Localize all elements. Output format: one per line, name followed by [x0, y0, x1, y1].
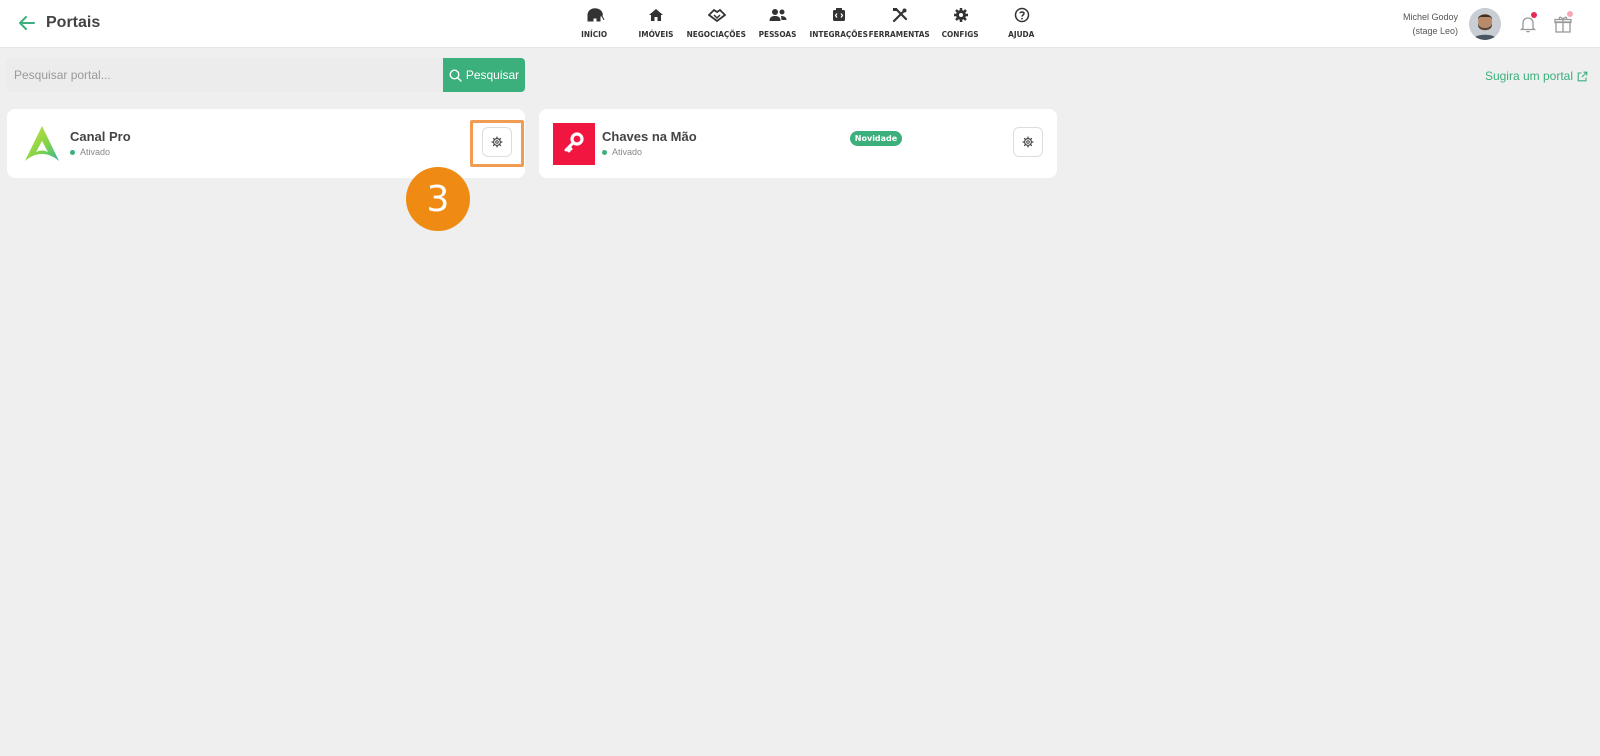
notification-dot [1531, 12, 1537, 18]
nav-imoveis[interactable]: IMÓVEIS [625, 6, 686, 42]
portal-status: Ativado [70, 147, 110, 157]
elephant-icon [585, 6, 605, 24]
user-name: Michel Godoy [1402, 12, 1458, 22]
nav-label: FERRAMENTAS [868, 30, 931, 39]
tools-icon [892, 6, 908, 24]
nav-ajuda[interactable]: AJUDA [991, 6, 1052, 42]
notifications-bell-icon[interactable] [1518, 12, 1538, 34]
integration-icon [831, 6, 847, 24]
main-nav: INÍCIO IMÓVEIS NEGOCIAÇÕES PESSOAS INTEG… [564, 6, 1052, 42]
external-link-icon [1577, 71, 1588, 81]
nav-ferramentas[interactable]: FERRAMENTAS [869, 6, 930, 42]
step-marker: 3 [406, 167, 470, 231]
gift-icon[interactable] [1553, 11, 1573, 34]
help-icon [1014, 6, 1030, 24]
portal-name: Canal Pro [70, 129, 131, 144]
chaves-na-mao-logo [553, 123, 595, 165]
back-arrow-icon[interactable] [16, 12, 38, 34]
suggest-portal-link[interactable]: Sugira um portal [1485, 69, 1588, 83]
status-dot [602, 149, 607, 155]
handshake-icon [707, 6, 726, 24]
gift-dot [1567, 11, 1573, 17]
search-button-label: Pesquisar [465, 68, 520, 82]
nav-label: NEGOCIAÇÕES [686, 30, 747, 39]
nav-label: AJUDA [1008, 30, 1035, 39]
house-icon [648, 6, 664, 24]
nav-label: INÍCIO [581, 30, 608, 39]
gear-icon [491, 136, 503, 148]
portal-status-label: Ativado [612, 147, 643, 157]
user-info: Michel Godoy (stage Leo) [1400, 10, 1458, 38]
nav-label: PESSOAS [758, 30, 797, 39]
portal-status: Ativado [602, 147, 642, 157]
portal-settings-button[interactable] [482, 127, 512, 157]
gear-icon [953, 6, 969, 24]
nav-inicio[interactable]: INÍCIO [564, 6, 625, 42]
portal-status-label: Ativado [80, 147, 111, 157]
nav-configs[interactable]: CONFIGS [930, 6, 991, 42]
portal-settings-button[interactable] [1013, 127, 1043, 157]
gear-icon [1022, 136, 1034, 148]
suggest-portal-label: Sugira um portal [1484, 69, 1573, 83]
search-input[interactable] [6, 58, 443, 92]
search-icon [449, 68, 462, 82]
avatar[interactable] [1469, 8, 1501, 40]
nav-pessoas[interactable]: PESSOAS [747, 6, 808, 42]
status-dot [70, 149, 75, 155]
nav-integracoes[interactable]: INTEGRAÇÕES [808, 6, 869, 42]
new-badge: Novidade [850, 131, 902, 146]
top-header: Portais INÍCIO IMÓVEIS NEGOCIAÇÕES PESSO… [0, 0, 1600, 48]
nav-label: IMÓVEIS [638, 30, 673, 39]
people-icon [769, 6, 787, 24]
search-button[interactable]: Pesquisar [443, 58, 525, 92]
portal-name: Chaves na Mão [602, 129, 697, 144]
canal-pro-logo [21, 123, 63, 165]
nav-label: INTEGRAÇÕES [809, 30, 868, 39]
nav-label: CONFIGS [942, 30, 979, 39]
nav-negociacoes[interactable]: NEGOCIAÇÕES [686, 6, 747, 42]
page-title: Portais [46, 14, 101, 31]
user-context: (stage Leo) [1412, 26, 1458, 36]
portal-card-chaves-na-mao: Chaves na Mão Ativado Novidade [539, 109, 1057, 178]
